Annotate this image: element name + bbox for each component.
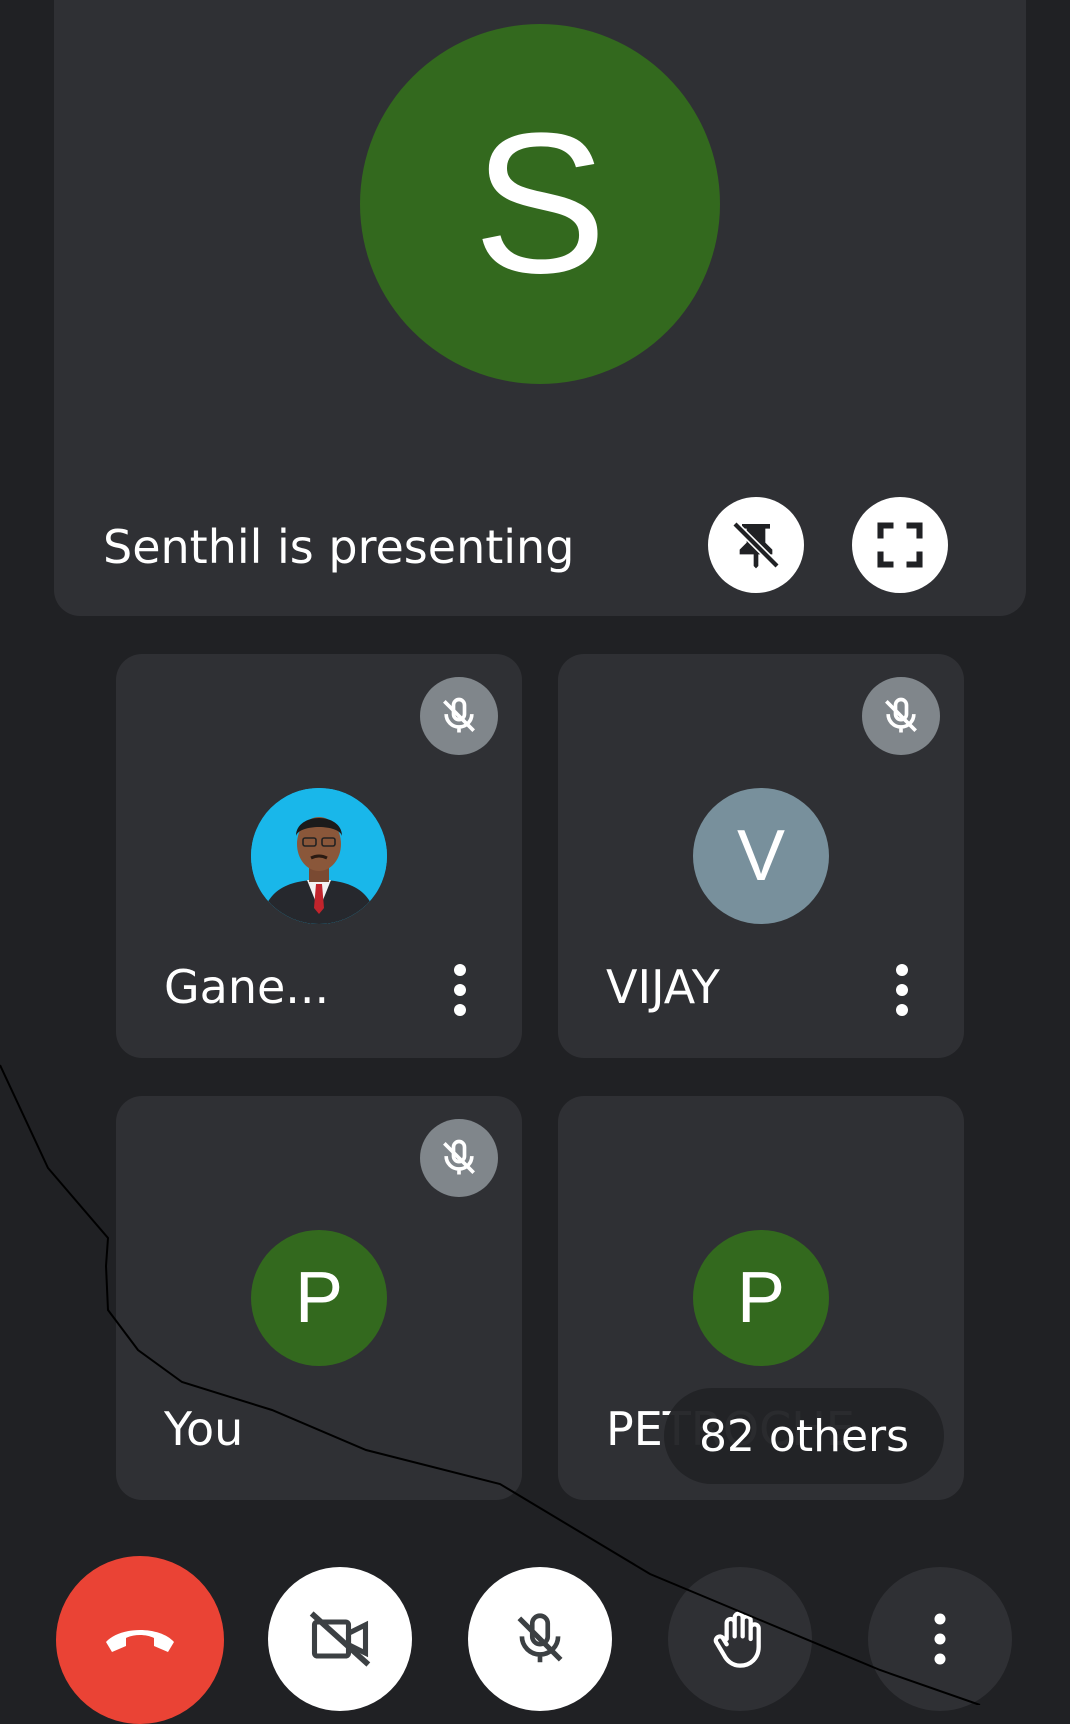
avatar: P [693,1230,829,1366]
mic-toggle-button[interactable] [468,1567,612,1711]
avatar-letter: P [294,1258,344,1338]
muted-badge [420,1119,498,1197]
participant-options-button[interactable] [882,960,922,1020]
avatar: V [693,788,829,924]
avatar-letter: P [736,1258,786,1338]
unpin-button[interactable] [708,497,804,593]
mic-off-icon [443,1139,475,1175]
mic-off-icon [517,1613,563,1663]
mic-off-icon [885,697,917,733]
participant-options-button[interactable] [440,960,480,1020]
muted-badge [420,677,498,755]
presenting-label: Senthil is presenting [103,520,575,574]
end-call-icon [106,1630,174,1652]
end-call-button[interactable] [56,1556,224,1724]
more-options-icon [934,1613,946,1665]
raise-hand-icon [713,1611,761,1668]
participant-name: Gane... [164,960,330,1014]
participant-tile-you[interactable]: P You [116,1096,522,1500]
avatar: P [251,1230,387,1366]
presenter-avatar-letter: S [473,92,607,315]
more-vert-icon [896,964,908,1016]
fullscreen-button[interactable] [852,497,948,593]
others-badge[interactable]: 82 others [664,1388,944,1484]
muted-badge [862,677,940,755]
participant-tile-vijay[interactable]: V VIJAY [558,654,964,1058]
unpin-icon [732,521,780,569]
mic-off-icon [443,697,475,733]
participant-name: You [164,1402,244,1456]
participant-name: VIJAY [606,960,720,1014]
more-options-button[interactable] [868,1567,1012,1711]
camera-off-icon [309,1611,371,1667]
presenter-avatar: S [360,24,720,384]
avatar-letter: V [736,816,786,896]
raise-hand-button[interactable] [668,1567,812,1711]
camera-toggle-button[interactable] [268,1567,412,1711]
participant-tile-ganesh[interactable]: Gane... [116,654,522,1058]
more-vert-icon [454,964,466,1016]
avatar-photo [251,788,387,924]
person-photo [251,788,387,924]
fullscreen-icon [877,522,923,568]
